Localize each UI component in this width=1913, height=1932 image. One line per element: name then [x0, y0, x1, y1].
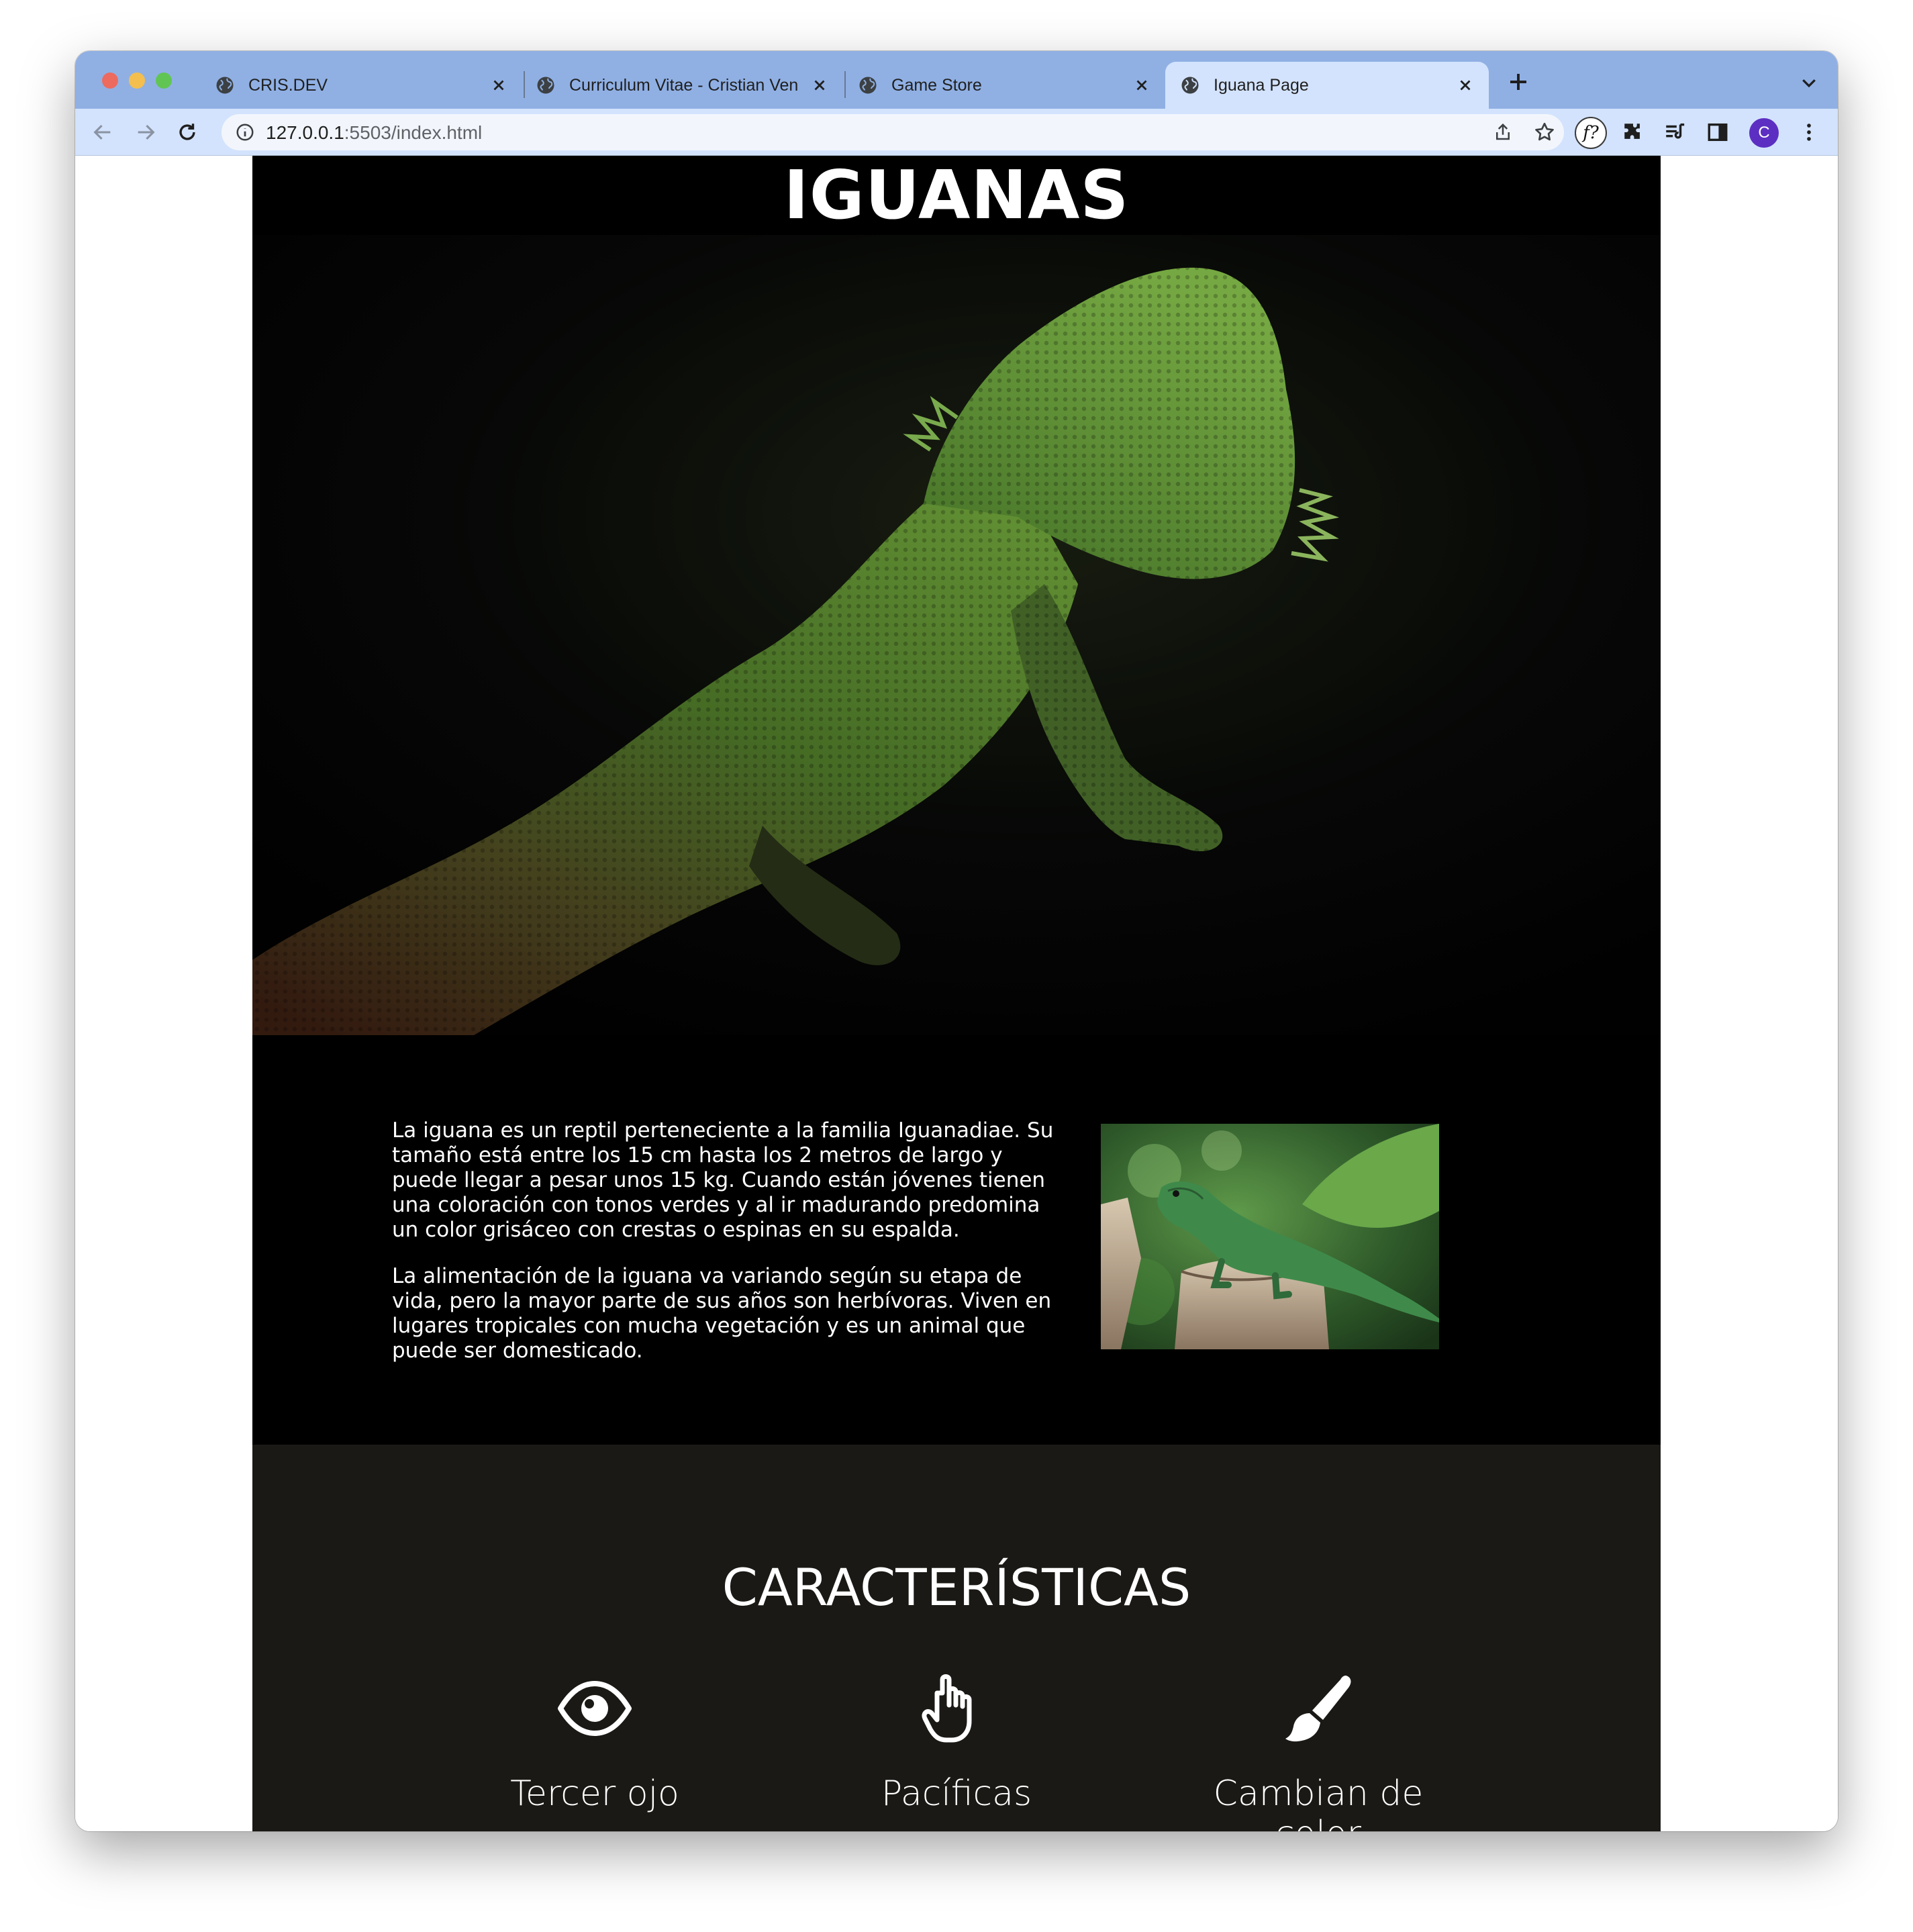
hero-image: [252, 235, 1661, 1035]
tab-title: Curriculum Vitae - Cristian Ven: [569, 75, 799, 95]
side-image: [1101, 1124, 1439, 1349]
tab-title: Game Store: [891, 75, 982, 95]
url-host: 127.0.0.1: [266, 122, 344, 143]
feature-pacificas: Pacíficas: [809, 1672, 1104, 1814]
features-section: CARACTERÍSTICAS Tercer ojo Pacíficas Cam…: [252, 1445, 1661, 1831]
info-text: La iguana es un reptil perteneciente a l…: [392, 1118, 1063, 1363]
close-tab-icon[interactable]: [1133, 77, 1150, 94]
forward-arrow-icon[interactable]: [134, 121, 157, 144]
browser-window: CRIS.DEV Curriculum Vitae - Cristian Ven…: [75, 51, 1838, 1831]
chevron-down-icon[interactable]: [1799, 73, 1819, 93]
reload-icon[interactable]: [176, 121, 199, 144]
back-arrow-icon[interactable]: [91, 121, 114, 144]
more-menu-icon[interactable]: [1798, 121, 1820, 144]
eye-icon: [558, 1681, 632, 1736]
features-title: CARACTERÍSTICAS: [722, 1557, 1191, 1617]
maximize-window-button[interactable]: [156, 73, 172, 89]
share-icon[interactable]: [1493, 122, 1513, 142]
puzzle-extensions-icon[interactable]: [1622, 121, 1645, 144]
extension-f-icon[interactable]: f?: [1575, 117, 1607, 149]
tab-title: Iguana Page: [1214, 75, 1309, 95]
page-title: IGUANAS: [252, 156, 1661, 235]
close-tab-icon[interactable]: [490, 77, 507, 94]
close-window-button[interactable]: [102, 73, 118, 89]
close-tab-icon[interactable]: [811, 77, 828, 94]
new-tab-icon[interactable]: [1506, 70, 1530, 94]
side-panel-icon[interactable]: [1706, 121, 1729, 144]
hand-pointer-icon: [922, 1674, 972, 1743]
globe-icon: [216, 77, 234, 94]
bearded-dragon-photo: [252, 235, 1661, 1035]
feature-tercer-ojo: Tercer ojo: [447, 1672, 742, 1814]
tab-game-store[interactable]: Game Store: [843, 62, 1165, 109]
feature-label: Tercer ojo: [510, 1774, 679, 1814]
info-paragraph-2: La alimentación de la iguana va variando…: [392, 1264, 1052, 1363]
page-viewport: IGUANAS La iguana es un reptil perteneci…: [75, 156, 1838, 1831]
address-bar[interactable]: 127.0.0.1:5503/index.html: [222, 114, 1564, 150]
bookmark-star-icon[interactable]: [1533, 121, 1556, 144]
tab-title: CRIS.DEV: [248, 75, 328, 95]
info-paragraph-1: La iguana es un reptil perteneciente a l…: [392, 1118, 1054, 1242]
reading-list-icon[interactable]: [1663, 121, 1686, 144]
feature-label: Cambian de color: [1213, 1774, 1424, 1831]
browser-toolbar: 127.0.0.1:5503/index.html f? C: [75, 109, 1838, 156]
close-tab-icon[interactable]: [1457, 77, 1474, 94]
info-section: La iguana es un reptil perteneciente a l…: [252, 1035, 1661, 1445]
url-text: 127.0.0.1:5503/index.html: [266, 122, 482, 144]
url-path: :5503/index.html: [344, 122, 483, 143]
iguana-page: IGUANAS La iguana es un reptil perteneci…: [252, 156, 1661, 1831]
globe-icon: [859, 77, 877, 94]
info-icon[interactable]: [235, 122, 255, 142]
green-iguana-on-stump-photo: [1101, 1124, 1439, 1349]
globe-icon: [1181, 77, 1199, 94]
globe-icon: [537, 77, 554, 94]
paint-brush-icon: [1285, 1676, 1351, 1742]
tab-curriculum-vitae[interactable]: Curriculum Vitae - Cristian Ven: [521, 62, 843, 109]
feature-cambian-de-color: Cambian de color: [1171, 1672, 1466, 1831]
tab-strip: CRIS.DEV Curriculum Vitae - Cristian Ven…: [75, 51, 1838, 109]
minimize-window-button[interactable]: [129, 73, 145, 89]
profile-avatar[interactable]: C: [1749, 118, 1779, 148]
tab-cris-dev[interactable]: CRIS.DEV: [200, 62, 522, 109]
feature-label: Pacíficas: [881, 1774, 1032, 1814]
tab-iguana-page[interactable]: Iguana Page: [1165, 62, 1489, 109]
